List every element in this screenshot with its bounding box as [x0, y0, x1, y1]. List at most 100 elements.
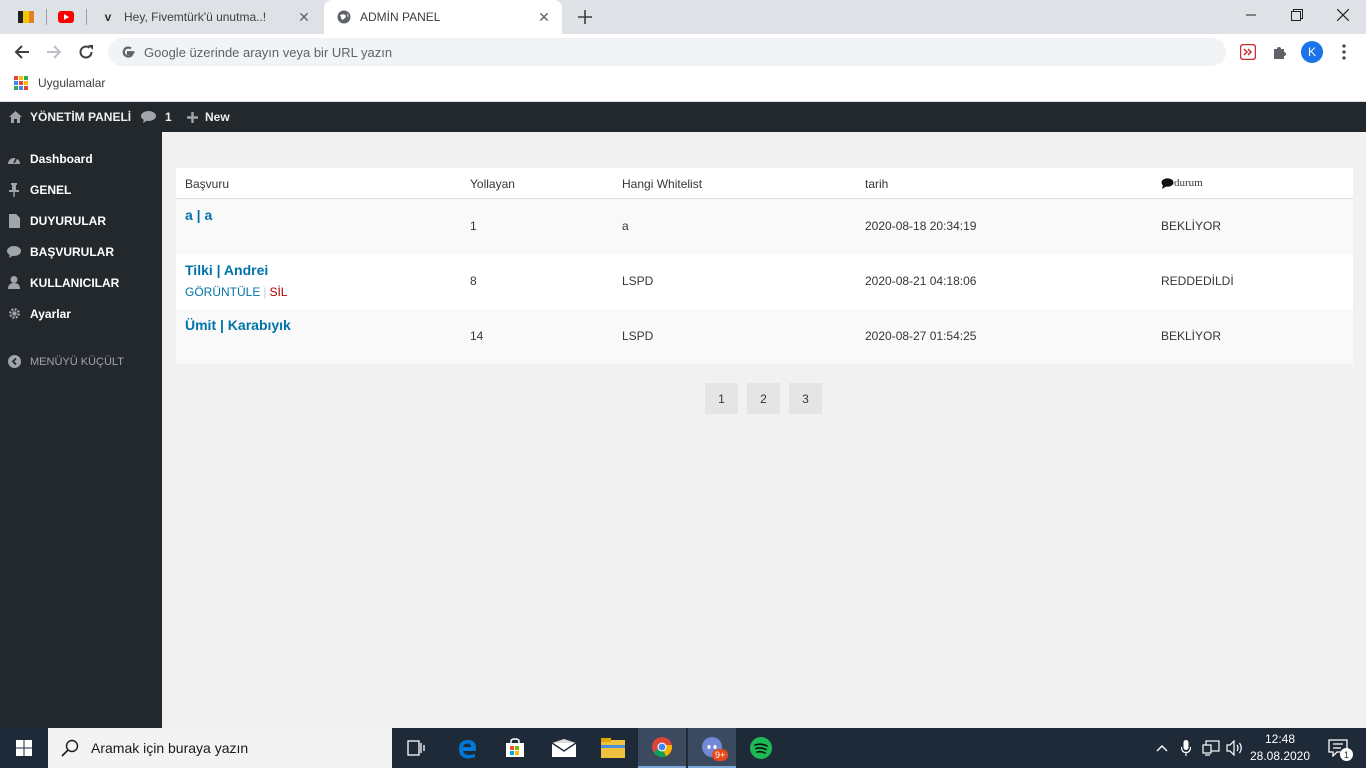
row-sender: 14	[470, 329, 484, 343]
close-window-icon[interactable]	[1320, 0, 1366, 30]
forward-arrow-icon[interactable]	[40, 38, 68, 66]
gear-icon	[7, 307, 21, 321]
bookmark-label: Uygulamalar	[38, 76, 106, 90]
sidebar-item-ayarlar[interactable]: Ayarlar	[0, 298, 162, 329]
column-header-tarih[interactable]: tarih	[865, 177, 888, 191]
windows-taskbar: Aramak için buraya yazın 9+ 12:48 28.08.…	[0, 728, 1366, 768]
sidebar-item-basvurular[interactable]: BAŞVURULAR	[0, 236, 162, 267]
extensions-puzzle-icon[interactable]	[1266, 38, 1294, 66]
notification-center-icon[interactable]: 1	[1318, 728, 1358, 768]
new-tab-icon[interactable]	[576, 8, 594, 26]
row-status: BEKLİYOR	[1161, 329, 1222, 343]
chrome-icon[interactable]	[638, 728, 686, 768]
pinned-tab-youtube[interactable]	[50, 6, 82, 28]
discord-badge: 9+	[712, 749, 729, 761]
row-whitelist: LSPD	[622, 329, 654, 343]
store-icon[interactable]	[491, 728, 539, 768]
close-tab-icon[interactable]: ✕	[296, 9, 312, 25]
pinned-tab-1[interactable]	[10, 6, 42, 28]
page-button-3[interactable]: 3	[789, 383, 822, 414]
new-content-link[interactable]: New	[187, 102, 230, 132]
file-explorer-icon[interactable]	[589, 728, 637, 768]
clock-date: 28.08.2020	[1249, 749, 1311, 763]
comment-bubble-icon	[141, 111, 156, 123]
network-icon[interactable]	[1200, 728, 1222, 768]
reload-icon[interactable]	[72, 38, 100, 66]
user-icon	[7, 276, 21, 290]
page-button-1[interactable]: 1	[705, 383, 738, 414]
admin-bar: YÖNETİM PANELİ 1 New	[0, 102, 1366, 132]
column-header-durum[interactable]: durum	[1161, 177, 1203, 189]
minimize-icon[interactable]	[1228, 0, 1274, 30]
sidebar-item-genel[interactable]: GENEL	[0, 174, 162, 205]
row-sender: 8	[470, 274, 477, 288]
row-title-link[interactable]: a | a	[185, 207, 212, 223]
column-header-basvuru[interactable]: Başvuru	[185, 177, 229, 191]
comments-link[interactable]: 1	[141, 102, 172, 132]
taskbar-search-box[interactable]: Aramak için buraya yazın	[48, 728, 392, 768]
close-tab-icon[interactable]: ✕	[536, 9, 552, 25]
address-bar[interactable]: Google üzerinde arayın veya bir URL yazı…	[108, 38, 1226, 66]
pin-icon	[7, 182, 21, 197]
home-icon	[9, 111, 22, 123]
tab-fivemturk[interactable]: v Hey, Fivemtürk'ü unutma..! ✕	[88, 0, 322, 34]
dashboard-icon	[7, 152, 21, 166]
bookmark-apps[interactable]: Uygulamalar	[14, 76, 105, 90]
tab-admin-panel[interactable]: ADMİN PANEL ✕	[324, 0, 562, 34]
avatar-initial: K	[1301, 41, 1323, 63]
windows-start-icon[interactable]	[0, 728, 48, 768]
row-whitelist: LSPD	[622, 274, 654, 288]
restore-icon[interactable]	[1274, 0, 1320, 30]
edge-icon[interactable]	[443, 728, 491, 768]
comment-icon	[1161, 177, 1174, 189]
row-status: REDDEDİLDİ	[1161, 274, 1234, 288]
spotify-icon[interactable]	[737, 728, 785, 768]
youtube-icon	[58, 11, 74, 23]
collapse-label: MENÜYÜ KÜÇÜLT	[30, 355, 124, 368]
pagination: 1 2 3	[705, 383, 831, 414]
google-g-icon	[122, 46, 135, 58]
site-name: YÖNETİM PANELİ	[30, 110, 132, 124]
v-favicon-icon: v	[104, 10, 112, 24]
table-row: Ümit | Karabıyık 14 LSPD 2020-08-27 01:5…	[176, 309, 1353, 364]
sidebar-item-duyurular[interactable]: DUYURULAR	[0, 205, 162, 236]
collapse-arrow-icon	[7, 355, 21, 369]
row-sender: 1	[470, 219, 477, 233]
row-title-link[interactable]: Tilki | Andrei	[185, 262, 268, 278]
task-view-icon[interactable]	[392, 728, 440, 768]
row-status: BEKLİYOR	[1161, 219, 1222, 233]
notification-count: 1	[1340, 748, 1353, 761]
microphone-icon[interactable]	[1176, 728, 1196, 768]
search-icon	[61, 739, 79, 757]
sidebar-item-kullanicilar[interactable]: KULLANICILAR	[0, 267, 162, 298]
more-menu-icon[interactable]	[1330, 38, 1358, 66]
tab-title: Hey, Fivemtürk'ü unutma..!	[124, 10, 267, 24]
row-date: 2020-08-21 04:18:06	[865, 274, 977, 288]
globe-icon	[336, 9, 352, 25]
clock-time: 12:48	[1264, 732, 1296, 746]
delete-link[interactable]: SİL	[269, 285, 287, 299]
extension-red-icon[interactable]	[1234, 38, 1262, 66]
row-title-link[interactable]: Ümit | Karabıyık	[185, 317, 291, 333]
column-header-yollayan[interactable]: Yollayan	[470, 177, 515, 191]
view-link[interactable]: GÖRÜNTÜLE	[185, 285, 260, 299]
collapse-menu-button[interactable]: MENÜYÜ KÜÇÜLT	[0, 346, 162, 377]
discord-icon[interactable]: 9+	[688, 728, 736, 768]
main-content: Başvuru Yollayan Hangi Whitelist tarih d…	[176, 168, 1353, 364]
column-header-whitelist[interactable]: Hangi Whitelist	[622, 177, 702, 191]
sidebar-item-label: DUYURULAR	[30, 213, 106, 228]
back-arrow-icon[interactable]	[8, 38, 36, 66]
action-separator: |	[263, 285, 267, 299]
page-button-2[interactable]: 2	[747, 383, 780, 414]
sidebar-item-label: GENEL	[30, 182, 72, 197]
volume-icon[interactable]	[1224, 728, 1246, 768]
sidebar-item-dashboard[interactable]: Dashboard	[0, 143, 162, 174]
site-name-link[interactable]: YÖNETİM PANELİ	[9, 102, 131, 132]
profile-avatar[interactable]: K	[1298, 38, 1326, 66]
system-clock[interactable]: 12:48 28.08.2020	[1246, 731, 1314, 765]
tray-chevron-up-icon[interactable]	[1152, 728, 1172, 768]
row-whitelist: a	[622, 219, 629, 233]
comments-count: 1	[165, 110, 172, 124]
mail-icon[interactable]	[540, 728, 588, 768]
apps-grid-icon	[14, 76, 28, 90]
